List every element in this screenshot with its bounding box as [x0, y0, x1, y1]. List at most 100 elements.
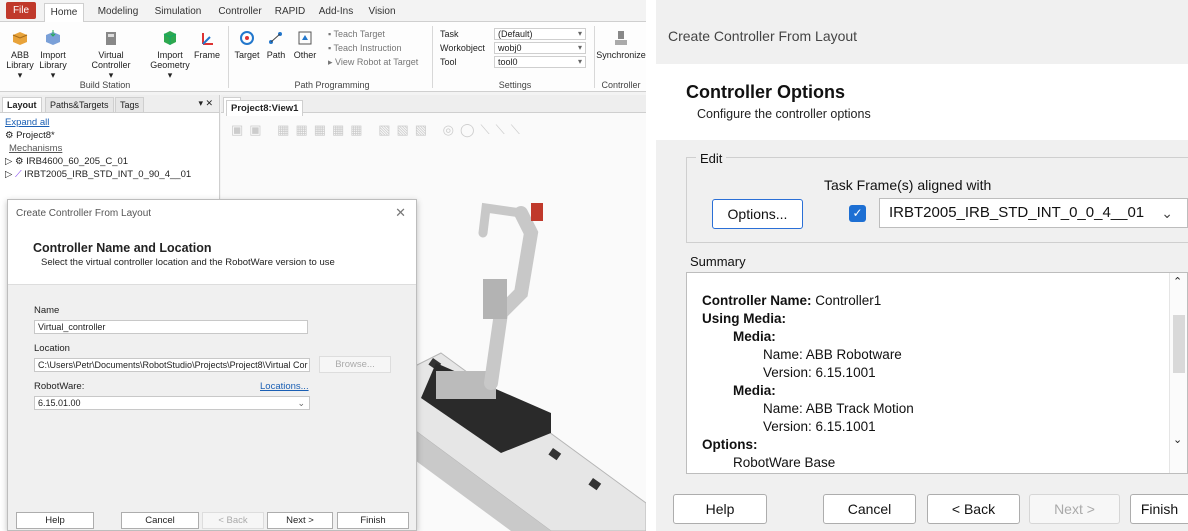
help-button[interactable]: Help	[16, 512, 94, 529]
tab-simulation[interactable]: Simulation	[148, 3, 208, 22]
robotware-value: 6.15.01.00	[38, 398, 81, 408]
taskframe-checkbox[interactable]: ✓	[849, 205, 866, 222]
target-icon	[240, 31, 254, 45]
synchronize-label: Synchronize	[596, 50, 646, 60]
path-button[interactable]: Path	[262, 26, 290, 60]
tab-controller[interactable]: Controller	[212, 3, 268, 22]
dialog-body: Name Virtual_controller Location C:\User…	[8, 284, 416, 530]
abb-library-button[interactable]: ABB Library ▾	[4, 26, 36, 80]
cancel-button[interactable]: Cancel	[121, 512, 199, 529]
location-label: Location	[34, 343, 70, 354]
teach-instruction-label: Teach Instruction	[333, 43, 402, 53]
name-field[interactable]: Virtual_controller	[34, 320, 308, 334]
summary-media-1: Media:	[733, 329, 776, 344]
layout-tree: Expand all ⚙ Project8* Mechanisms ▷ ⚙ IR…	[0, 113, 219, 184]
tab-file[interactable]: File	[6, 2, 36, 19]
import-library-label: Import Library ▾	[39, 50, 67, 80]
library-icon	[12, 32, 28, 45]
workobject-combo[interactable]: wobj0	[494, 42, 586, 54]
dialog-header: Controller Name and Location Select the …	[8, 227, 416, 279]
back-button[interactable]: < Back	[927, 494, 1020, 524]
finish-button[interactable]: Finish	[337, 512, 409, 529]
chevron-down-icon: ⌄	[297, 398, 305, 408]
other-icon	[298, 31, 312, 45]
import-library-button[interactable]: Import Library ▾	[36, 26, 70, 80]
project-node[interactable]: ⚙ Project8*	[5, 129, 214, 142]
task-combo[interactable]: (Default)	[494, 28, 586, 40]
view-tab[interactable]: Project8:View1 ✕	[223, 97, 304, 116]
browse-button[interactable]: Browse...	[319, 356, 391, 373]
close-icon[interactable]: ▾ ✕	[198, 98, 213, 109]
tool-label: Tool	[440, 57, 457, 67]
summary-scrollbar[interactable]: ⌃ ⌄	[1169, 273, 1187, 473]
close-icon[interactable]: ✕	[395, 205, 406, 221]
synchronize-icon	[615, 31, 627, 45]
taskframe-select[interactable]: IRBT2005_IRB_STD_INT_0_0_4__01 ⌄	[879, 198, 1188, 228]
robot-icon: ⚙	[14, 156, 24, 167]
scrollbar-thumb[interactable]	[1173, 315, 1185, 373]
robotware-select[interactable]: 6.15.01.00 ⌄	[34, 396, 310, 410]
tab-modeling[interactable]: Modeling	[90, 3, 146, 22]
teach-instruction-button[interactable]: ▪ Teach Instruction	[328, 43, 402, 53]
track-icon: ⟋	[14, 169, 22, 180]
teach-target-button[interactable]: ▪ Teach Target	[328, 29, 385, 39]
next-button[interactable]: Next >	[267, 512, 333, 529]
view-tabs: Project8:View1 ✕	[221, 95, 646, 116]
frame-button[interactable]: Frame	[190, 26, 224, 60]
tab-layout[interactable]: Layout	[2, 97, 42, 112]
tab-tags[interactable]: Tags	[115, 97, 145, 112]
summary-options: Options:	[702, 437, 758, 452]
summary-controller-name-value: Controller1	[811, 293, 882, 308]
help-button[interactable]: Help	[673, 494, 767, 524]
group-settings: Settings	[498, 80, 532, 90]
tab-vision[interactable]: Vision	[362, 3, 402, 22]
edit-label: Edit	[696, 151, 727, 166]
ribbon: ABB Library ▾ Import Library ▾ Virtual C…	[0, 22, 646, 92]
path-label: Path	[266, 50, 286, 60]
summary-media-2-version: Version: 6.15.1001	[763, 419, 876, 434]
finish-button[interactable]: Finish	[1130, 494, 1188, 524]
checkmark-icon: ✓	[852, 206, 863, 220]
virtual-controller-button[interactable]: Virtual Controller ▾	[90, 26, 132, 80]
location-field[interactable]: C:\Users\Petr\Documents\RobotStudio\Proj…	[34, 358, 310, 372]
group-path-programming: Path Programming	[294, 80, 370, 90]
view-robot-button[interactable]: ▸ View Robot at Target	[328, 57, 418, 68]
name-label: Name	[34, 305, 60, 316]
dialog-subheading: Configure the controller options	[697, 107, 871, 121]
back-button[interactable]: < Back	[202, 512, 264, 529]
dialog-heading: Controller Options	[686, 82, 845, 102]
synchronize-button[interactable]: Synchronize	[596, 26, 646, 60]
tab-paths-targets[interactable]: Paths&Targets	[45, 97, 114, 112]
target-button[interactable]: Target	[232, 26, 262, 60]
options-button[interactable]: Options...	[712, 199, 803, 229]
tab-home[interactable]: Home	[44, 3, 84, 22]
tab-addins[interactable]: Add-Ins	[314, 3, 358, 22]
tab-rapid[interactable]: RAPID	[270, 3, 310, 22]
robotstudio-window: File Home Modeling Simulation Controller…	[0, 0, 646, 531]
scroll-down-icon[interactable]: ⌄	[1173, 433, 1182, 446]
next-button[interactable]: Next >	[1029, 494, 1120, 524]
summary-controller-name-key: Controller Name:	[702, 293, 812, 308]
expand-all-link[interactable]: Expand all	[5, 117, 49, 128]
import-geometry-label: Import Geometry ▾	[150, 50, 190, 80]
summary-box: Controller Name: Controller1 Using Media…	[686, 272, 1188, 474]
separator	[594, 26, 595, 88]
cancel-button[interactable]: Cancel	[823, 494, 916, 524]
tool-combo[interactable]: tool0	[494, 56, 586, 68]
import-geometry-button[interactable]: Import Geometry ▾	[148, 26, 192, 80]
summary-label: Summary	[690, 254, 746, 269]
separator	[228, 26, 229, 88]
view-robot-label: View Robot at Target	[335, 57, 419, 67]
frame-icon	[202, 33, 213, 45]
controller-options-dialog: Create Controller From Layout Controller…	[656, 0, 1188, 531]
target-label: Target	[234, 50, 260, 60]
dialog-heading: Controller Name and Location	[33, 241, 212, 255]
abb-library-label: ABB Library ▾	[6, 50, 34, 80]
locations-link[interactable]: Locations...	[260, 381, 309, 392]
tree-item-robot[interactable]: ▷ ⚙ IRB4600_60_205_C_01	[5, 155, 214, 168]
robotware-label: RobotWare:	[34, 381, 85, 392]
group-controller: Controller	[601, 80, 641, 90]
tree-item-track[interactable]: ▷ ⟋ IRBT2005_IRB_STD_INT_0_90_4__01	[5, 168, 214, 181]
scroll-up-icon[interactable]: ⌃	[1173, 275, 1182, 288]
other-button[interactable]: Other	[290, 26, 320, 60]
